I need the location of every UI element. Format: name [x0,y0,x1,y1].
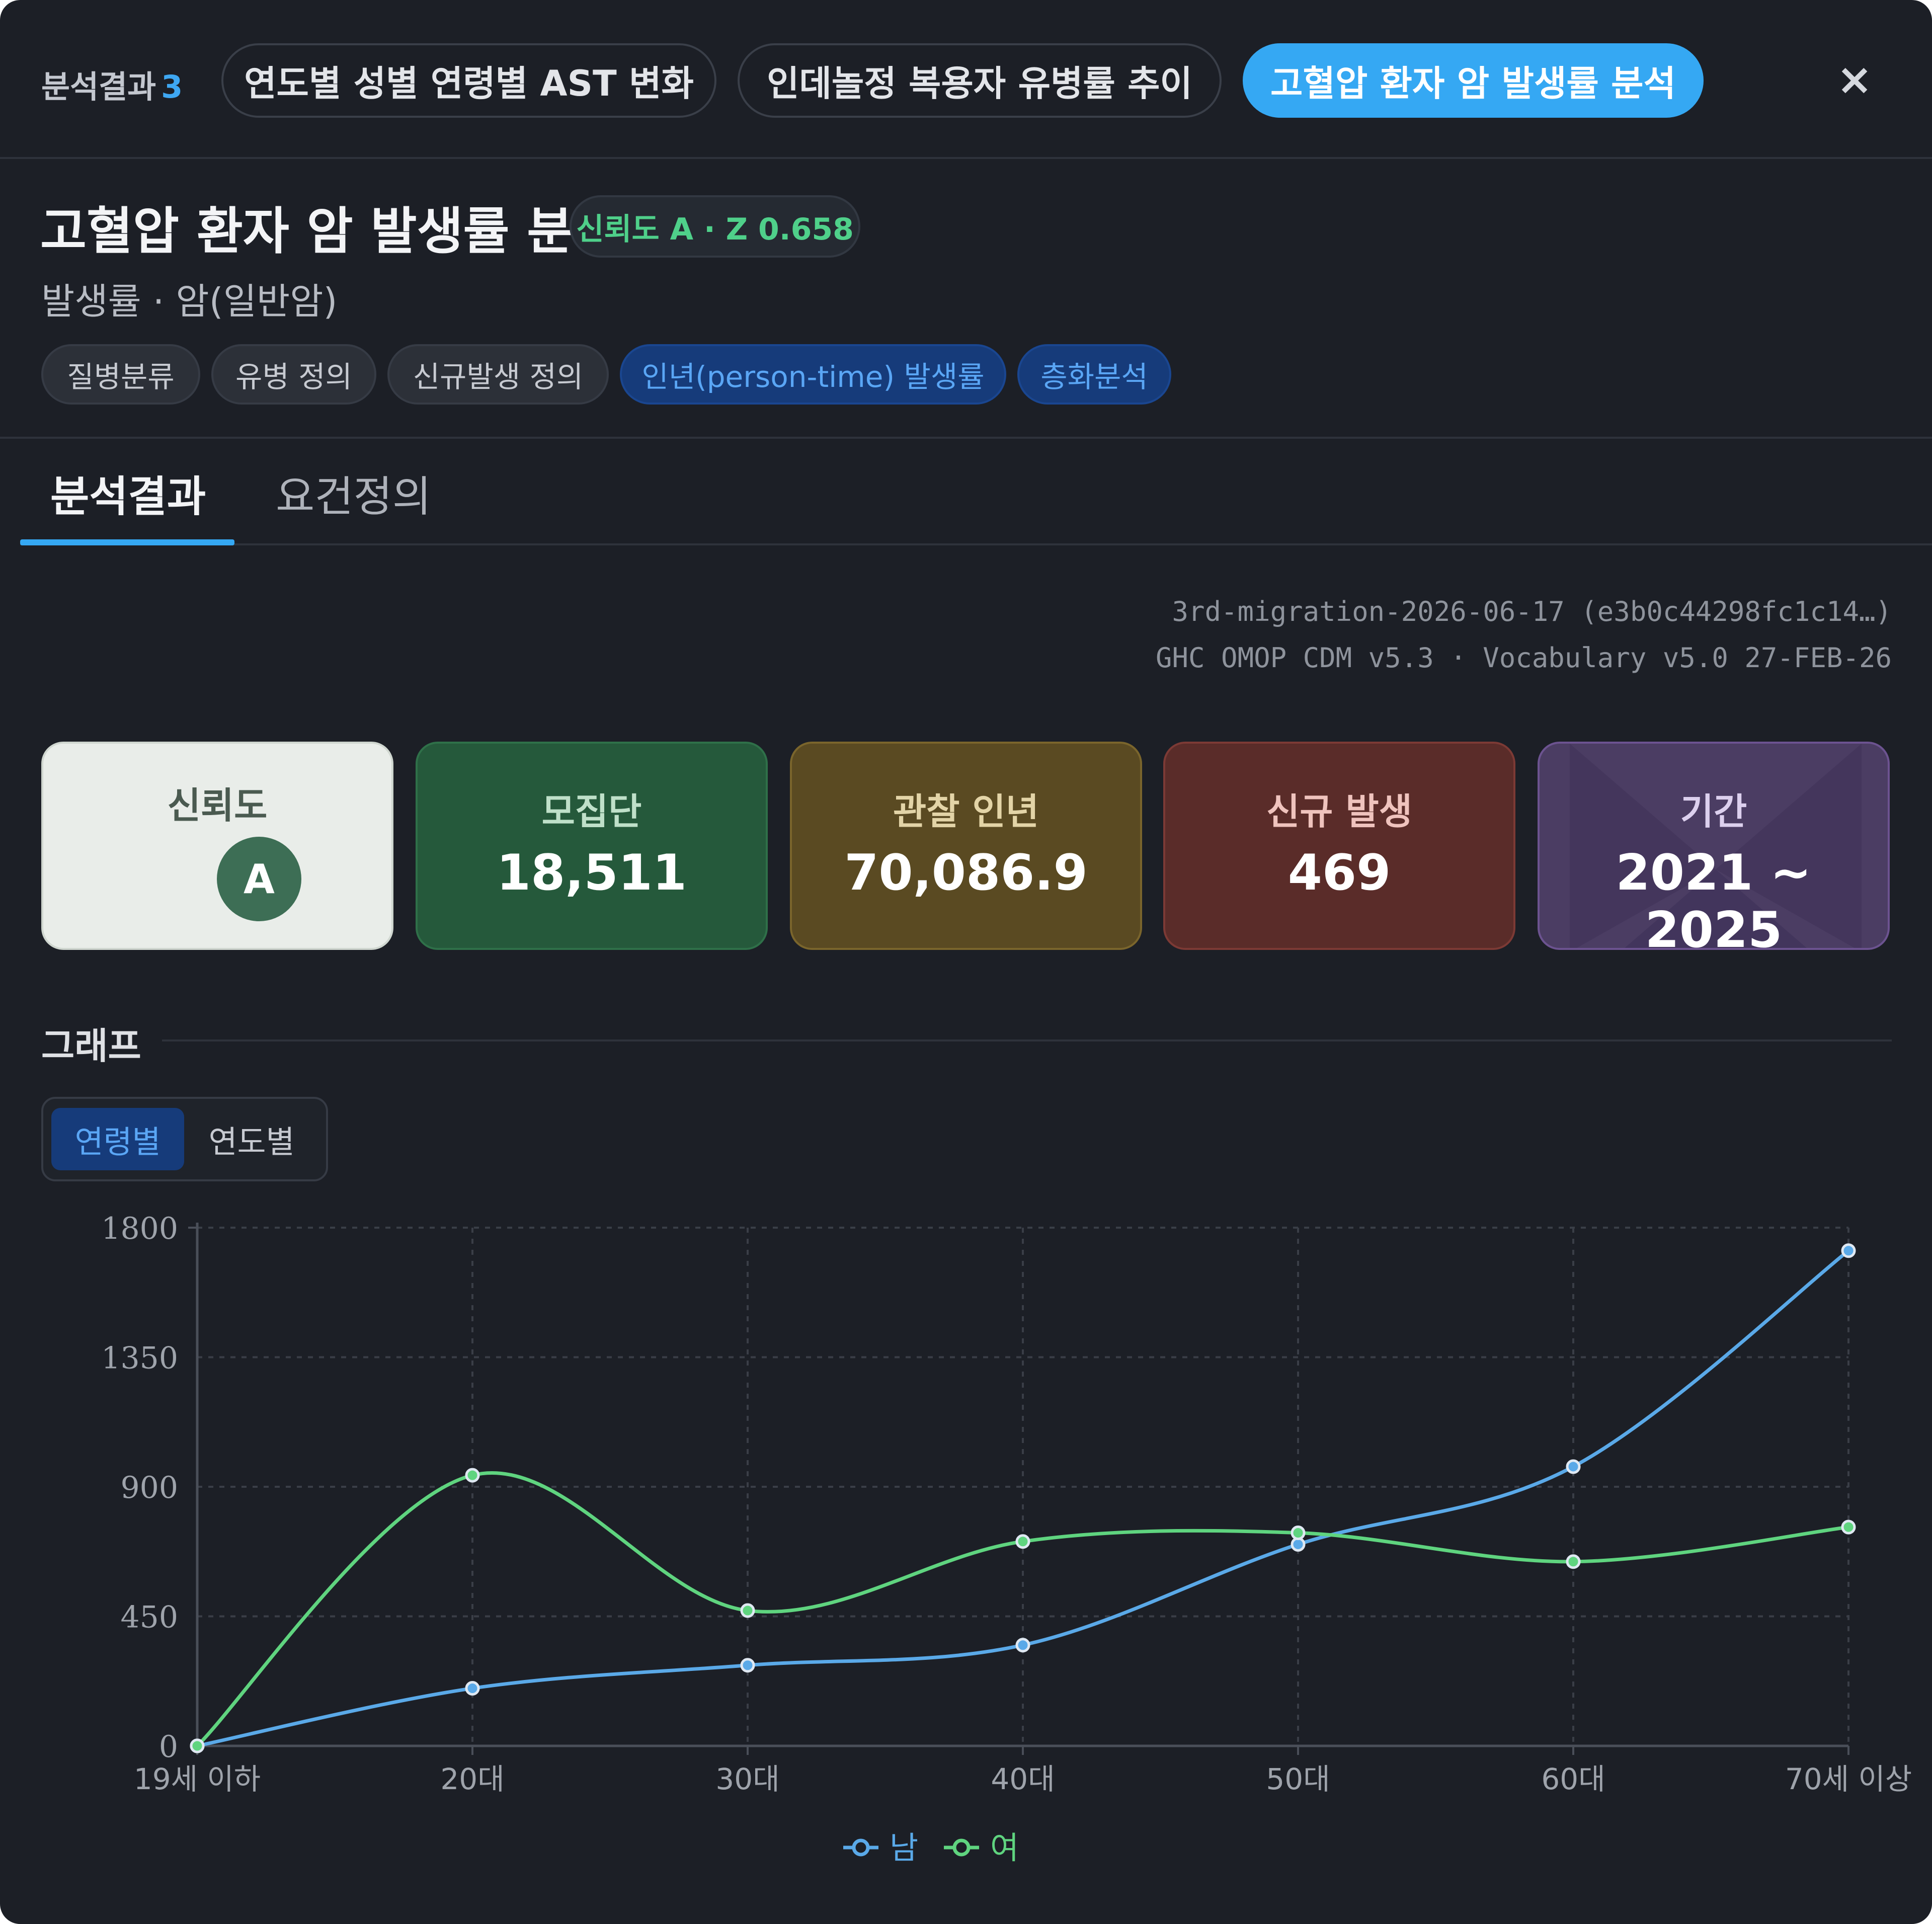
stat-card-population: 모집단 18,511 [416,742,768,950]
legend-label: 남 [890,1829,918,1866]
content-tab-divider [20,543,1932,545]
header-divider [0,437,1932,439]
x-tick-label: 50대 [1266,1762,1330,1796]
stat-value-person-years: 70,086.9 [844,844,1088,902]
stat-label-period: 기간 [1680,790,1747,833]
data-point-male [740,1658,755,1673]
reliability-badge: 신뢰도 A · Z 0.658 [570,195,860,258]
chip-disease-class[interactable]: 질병분류 [41,344,200,405]
data-point-male [1015,1638,1030,1653]
analysis-panel: 분석결과 3 연도별 성별 연령별 AST 변화 인데놀정 복용자 유병률 추이 … [0,0,1932,1924]
result-tab-hypertension[interactable]: 고혈압 환자 암 발생률 분석 [1243,43,1704,118]
data-point-female [1015,1534,1030,1549]
page-title: 고혈압 환자 암 발생률 분석 [40,202,620,261]
x-tick-label: 20대 [440,1762,504,1796]
stat-value-period: 2021 ~ 2025 [1616,844,1812,950]
data-point-female [190,1738,205,1753]
stat-label-population: 모집단 [541,790,642,833]
dataset-version: 3rd-migration-2026-06-17 (e3b0c44298fc1c… [1172,596,1892,627]
result-count-label: 분석결과 3 [41,61,183,107]
legend-marker-dot [952,1838,971,1857]
result-count-text: 분석결과 [41,68,156,105]
x-tick-label: 19세 이하 [134,1762,261,1796]
y-tick-label: 450 [120,1600,178,1635]
tab-analysis-result[interactable]: 분석결과 [50,463,206,524]
x-tick-label: 60대 [1541,1762,1605,1796]
cdm-version: GHC OMOP CDM v5.3 · Vocabulary v5.0 27-F… [1156,642,1892,674]
result-tab-bar: 분석결과 3 연도별 성별 연령별 AST 변화 인데놀정 복용자 유병률 추이 … [0,0,1932,159]
toggle-by-age[interactable]: 연령별 [51,1108,184,1170]
tab-requirements[interactable]: 요건정의 [276,463,431,524]
stat-card-person-years: 관찰 인년 70,086.9 [790,742,1142,950]
stat-value-new-cases: 469 [1287,844,1391,902]
stat-card-period: 기간 2021 ~ 2025 [1538,742,1890,950]
data-point-male [465,1681,480,1696]
x-tick-label: 40대 [991,1762,1055,1796]
stat-card-reliability: 신뢰도 A [41,742,393,950]
stat-label-new-cases: 신규 발생 [1266,790,1413,833]
data-point-female [1566,1554,1581,1569]
result-tab-indenol[interactable]: 인데놀정 복용자 유병률 추이 [738,43,1222,118]
close-icon[interactable]: × [1834,54,1875,105]
toggle-by-year[interactable]: 연도별 [185,1108,318,1170]
y-tick-label: 0 [159,1729,178,1765]
x-tick-label: 30대 [715,1762,779,1796]
stat-label-reliability: 신뢰도 [167,784,268,827]
graph-section-title: 그래프 [41,1025,141,1067]
stat-label-person-years: 관찰 인년 [893,790,1039,833]
y-tick-label: 1350 [101,1341,178,1376]
result-tab-ast[interactable]: 연도별 성별 연령별 AST 변화 [221,43,716,118]
data-point-female [1291,1526,1306,1541]
data-point-female [1841,1519,1856,1535]
data-point-female [465,1468,480,1483]
chip-person-time[interactable]: 인년(person-time) 발생률 [620,344,1006,405]
data-point-female [740,1603,755,1618]
legend-label: 여 [990,1829,1019,1866]
legend-marker-dot [852,1838,870,1857]
graph-section-divider [162,1039,1892,1041]
stat-value-population: 18,511 [496,844,687,902]
chip-stratified[interactable]: 층화분석 [1017,344,1171,405]
result-count-number: 3 [161,68,183,105]
chip-incidence-def[interactable]: 신규발생 정의 [387,344,609,405]
active-tab-indicator [20,539,234,545]
graph-mode-toggle: 연령별 연도별 [41,1097,328,1181]
data-point-male [1841,1243,1856,1258]
y-tick-label: 900 [120,1470,178,1505]
data-point-male [1566,1459,1581,1474]
incidence-line-chart: 0 450 900 1350 1800 19세 이하 20대 30대 40대 50대 60대 70세 … [101,1211,1912,1866]
chip-prevalence-def[interactable]: 유병 정의 [211,344,376,405]
page-subtitle: 발생률 · 암(일반암) [41,280,338,323]
y-tick-label: 1800 [101,1211,178,1246]
x-tick-label: 70세 이상 [1785,1762,1912,1796]
reliability-grade: A [217,837,301,921]
stat-card-new-cases: 신규 발생 469 [1163,742,1515,950]
